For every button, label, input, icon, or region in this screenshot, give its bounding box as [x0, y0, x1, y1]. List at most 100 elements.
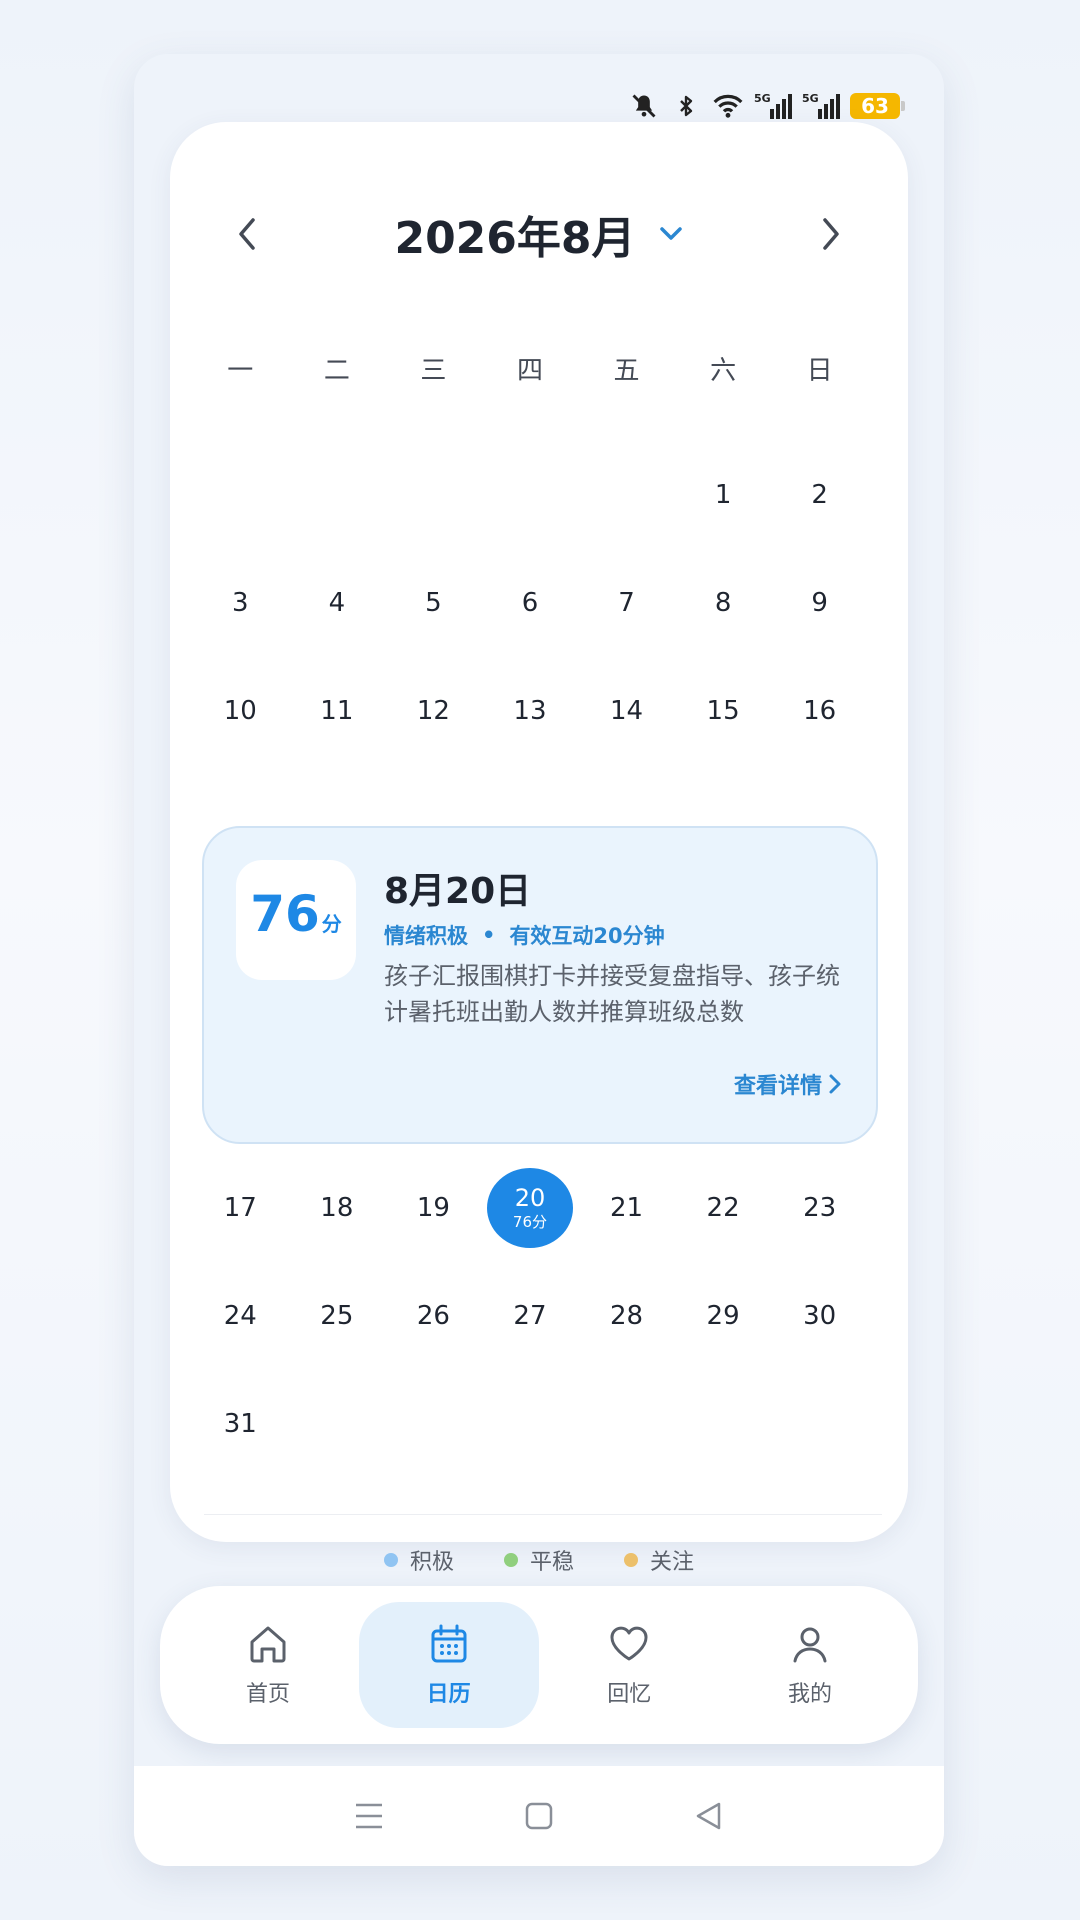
legend-item: 积极	[383, 1544, 454, 1576]
calendar-day[interactable]: 14	[578, 671, 675, 751]
mute-bell-icon	[628, 90, 660, 122]
chevron-right-icon	[829, 1074, 841, 1094]
calendar-day-empty	[578, 1384, 675, 1464]
view-details-label: 查看详情	[733, 1074, 822, 1099]
calendar-day[interactable]: 6	[482, 563, 579, 643]
next-month-button[interactable]	[806, 210, 854, 258]
calendar-week: 3 4 5 6 7 8 9	[192, 563, 868, 643]
nav-memories[interactable]: 回忆	[539, 1602, 719, 1728]
tag-separator: •	[482, 923, 496, 947]
calendar-week: 24 25 26 27 28 29 30	[192, 1276, 868, 1356]
calendar-day-empty	[385, 1384, 482, 1464]
calendar-day[interactable]: 21	[578, 1168, 675, 1248]
5g-signal-icon: 5G	[802, 90, 840, 122]
calendar-day[interactable]: 26	[385, 1276, 482, 1356]
calendar-day[interactable]: 8	[675, 563, 772, 643]
selected-day-score: 76分	[512, 1213, 548, 1231]
calendar-week: 31	[192, 1384, 868, 1464]
square-icon	[525, 1802, 553, 1830]
calendar-day-empty	[192, 455, 289, 535]
calendar-day[interactable]: 29	[675, 1276, 772, 1356]
legend-divider	[204, 1514, 882, 1515]
calendar-week: 10 11 12 13 14 15 16	[192, 671, 868, 751]
legend-dot	[383, 1553, 398, 1567]
home-icon	[250, 1626, 286, 1663]
back-triangle-icon	[696, 1802, 721, 1830]
nav-calendar[interactable]: 日历	[358, 1602, 539, 1728]
calendar-day[interactable]: 27	[482, 1276, 579, 1356]
status-bar: 5G 5G 63	[628, 88, 905, 124]
month-picker[interactable]: 2026年8月	[170, 202, 908, 266]
score-box: 76 分	[236, 860, 356, 980]
calendar-day[interactable]: 5	[385, 563, 482, 643]
view-details-link[interactable]: 查看详情	[734, 1068, 842, 1100]
menu-icon	[356, 1803, 382, 1829]
calendar-week: 1 2	[192, 455, 868, 535]
calendar-day-empty	[385, 455, 482, 535]
interaction-tag: 有效互动20分钟	[509, 924, 665, 948]
calendar-day-empty	[482, 455, 579, 535]
bluetooth-icon	[670, 90, 702, 122]
calendar-day-empty	[289, 455, 386, 535]
heart-icon	[610, 1626, 648, 1661]
recent-apps-button[interactable]	[349, 1796, 389, 1836]
5g-label: 5G	[754, 92, 771, 105]
legend-label: 关注	[650, 1550, 695, 1575]
calendar-day[interactable]: 31	[192, 1384, 289, 1464]
calendar-day[interactable]: 1	[675, 455, 772, 535]
calendar-day[interactable]: 23	[771, 1168, 868, 1248]
nav-home[interactable]: 首页	[178, 1602, 358, 1728]
calendar-day[interactable]: 3	[192, 563, 289, 643]
bottom-nav: 首页 日历 回忆 我的	[160, 1586, 918, 1744]
detail-tags: 情绪积极 • 有效互动20分钟	[384, 920, 665, 950]
score-value: 76	[250, 885, 320, 943]
back-button[interactable]	[689, 1796, 729, 1836]
calendar-day[interactable]: 28	[578, 1276, 675, 1356]
calendar-day[interactable]: 17	[192, 1168, 289, 1248]
nav-profile[interactable]: 我的	[720, 1602, 900, 1728]
calendar-day[interactable]: 25	[289, 1276, 386, 1356]
calendar-day[interactable]: 7	[578, 563, 675, 643]
weekday-label: 日	[806, 356, 833, 386]
calendar-day-empty	[482, 1384, 579, 1464]
legend-label: 平稳	[529, 1550, 574, 1575]
calendar-day[interactable]: 2	[771, 455, 868, 535]
day-detail-card[interactable]: 76 分 8月20日 情绪积极 • 有效互动20分钟 孩子汇报围棋打卡并接受复盘…	[202, 826, 878, 1144]
calendar-day[interactable]: 13	[482, 671, 579, 751]
calendar-day[interactable]: 18	[289, 1168, 386, 1248]
calendar-day[interactable]: 19	[385, 1168, 482, 1248]
weekday-label: 五	[613, 356, 640, 386]
calendar-icon	[431, 1624, 467, 1663]
detail-summary: 孩子汇报围棋打卡并接受复盘指导、孩子统计暑托班出勤人数并推算班级总数	[384, 962, 840, 1026]
weekday-label: 一	[227, 356, 254, 386]
mood-tag: 情绪积极	[384, 924, 468, 948]
calendar-day[interactable]: 11	[289, 671, 386, 751]
calendar-day[interactable]: 30	[771, 1276, 868, 1356]
calendar-day-empty	[771, 1384, 868, 1464]
phone-frame: 5G 5G 63 2026年8月 一 二 三 四 五 六 日 1 2 3 4 5…	[134, 54, 944, 1866]
calendar-day[interactable]: 24	[192, 1276, 289, 1356]
selected-day-marker: 20 76分	[486, 1168, 573, 1248]
calendar-day[interactable]: 16	[771, 671, 868, 751]
calendar-day[interactable]: 9	[771, 563, 868, 643]
legend-dot	[503, 1553, 518, 1567]
calendar-day-empty	[675, 1384, 772, 1464]
calendar-day-empty	[289, 1384, 386, 1464]
chevron-down-icon	[659, 227, 682, 240]
detail-date: 8月20日	[384, 871, 532, 912]
selected-day-number: 20	[514, 1184, 546, 1212]
calendar-day-empty	[578, 455, 675, 535]
calendar-day[interactable]: 22	[675, 1168, 772, 1248]
calendar-day[interactable]: 4	[289, 563, 386, 643]
calendar-day[interactable]: 15	[675, 671, 772, 751]
weekday-header: 一 二 三 四 五 六 日	[192, 350, 868, 387]
calendar-day[interactable]: 12	[385, 671, 482, 751]
home-button[interactable]	[519, 1796, 559, 1836]
nav-home-label: 首页	[245, 1682, 290, 1707]
legend-item: 关注	[624, 1544, 694, 1576]
calendar-card: 2026年8月 一 二 三 四 五 六 日 1 2 3 4 5 6 7 8 9 …	[170, 122, 908, 1575]
calendar-day-selected[interactable]: 20 76分	[482, 1168, 579, 1248]
calendar-day[interactable]: 10	[192, 671, 289, 751]
weekday-label: 四	[516, 356, 543, 386]
nav-calendar-label: 日历	[426, 1682, 471, 1707]
